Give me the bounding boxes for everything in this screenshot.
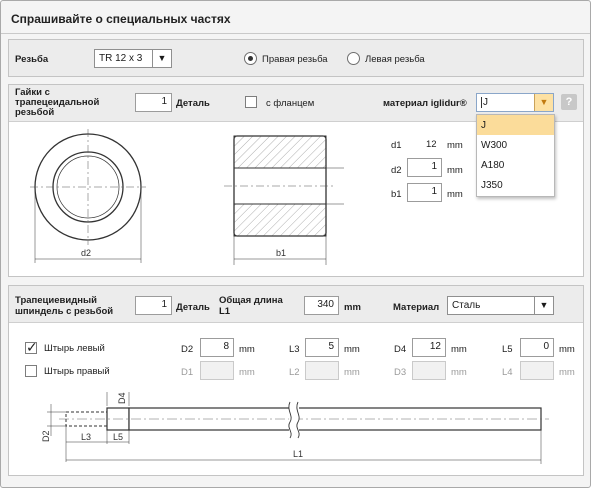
page-title: Спрашивайте о специальных частях bbox=[11, 12, 231, 26]
material-option-w300[interactable]: W300 bbox=[477, 135, 554, 155]
nut-dim-b1-unit: mm bbox=[447, 189, 463, 200]
pin-left-d4-input[interactable]: 12 bbox=[412, 338, 446, 357]
left-thread-label: Левая резьба bbox=[365, 54, 425, 65]
nut-qty-unit: Деталь bbox=[176, 98, 210, 109]
pin-left-d2-input[interactable]: 8 bbox=[200, 338, 234, 357]
pin-right-l2-input bbox=[305, 361, 339, 380]
pin-right-l4-label: L4 bbox=[502, 367, 513, 378]
nut-material-value: J bbox=[481, 97, 488, 108]
nut-qty-input[interactable]: 1 bbox=[135, 93, 172, 112]
pin-left-l3-input[interactable]: 5 bbox=[305, 338, 339, 357]
pin-left-d4-unit: mm bbox=[451, 344, 467, 355]
nut-material-label: материал iglidur® bbox=[383, 98, 467, 109]
pin-left-l5-label: L5 bbox=[502, 344, 513, 355]
pin-right-checkbox[interactable] bbox=[25, 365, 37, 377]
pin-right-label: Штырь правый bbox=[44, 366, 110, 377]
nut-dim-d2-label: d2 bbox=[391, 165, 402, 176]
pin-right-d3-label: D3 bbox=[394, 367, 407, 378]
left-thread-radio[interactable] bbox=[347, 52, 360, 65]
pin-right-l2-unit: mm bbox=[344, 367, 360, 378]
nut-material-select[interactable]: J ▼ bbox=[476, 93, 554, 112]
pin-right-d3-input bbox=[412, 361, 446, 380]
pin-right-l4-unit: mm bbox=[559, 367, 575, 378]
nut-drawing: d2 d1 b1 bbox=[30, 129, 344, 265]
pin-left-l5-unit: mm bbox=[559, 344, 575, 355]
pin-left-l5-input[interactable]: 0 bbox=[520, 338, 554, 357]
spindle-panel: Трапециевидный шпиндель с резьбой 1 Дета… bbox=[8, 285, 584, 476]
pin-right-d1-label: D1 bbox=[181, 367, 194, 378]
dim-b1-label: b1 bbox=[276, 248, 286, 258]
spindle-material-label: Материал bbox=[393, 302, 440, 313]
spindle-length-label: Общая длина L1 bbox=[219, 295, 283, 317]
thread-select-value: TR 12 x 3 bbox=[99, 53, 143, 64]
nut-b1-input[interactable]: 1 bbox=[407, 183, 442, 202]
spindle-length-input[interactable]: 340 bbox=[304, 296, 339, 315]
nut-d2-input[interactable]: 1 bbox=[407, 158, 442, 177]
thread-label: Резьба bbox=[15, 54, 49, 65]
radio-selected-dot bbox=[248, 56, 253, 61]
nut-dim-d1-unit: mm bbox=[447, 140, 463, 151]
pin-left-l3-unit: mm bbox=[344, 344, 360, 355]
title-separator bbox=[1, 33, 590, 34]
pin-left-checkbox[interactable] bbox=[25, 339, 38, 356]
pin-left-label: Штырь левый bbox=[44, 343, 105, 354]
dim-L3-label: L3 bbox=[81, 432, 91, 442]
pin-right-d3-unit: mm bbox=[451, 367, 467, 378]
dim-L1-label: L1 bbox=[293, 449, 303, 459]
chevron-down-icon[interactable]: ▼ bbox=[534, 94, 553, 111]
nut-dim-d2-unit: mm bbox=[447, 165, 463, 176]
pin-right-l4-input bbox=[520, 361, 554, 380]
nut-label: Гайки с трапецеидальной резьбой bbox=[15, 87, 100, 118]
pin-left-l3-label: L3 bbox=[289, 344, 300, 355]
dim-d2-label: d2 bbox=[81, 248, 91, 258]
pin-right-l2-label: L2 bbox=[289, 367, 300, 378]
spindle-drawing: D4 D2 L3 L5 L1 bbox=[41, 392, 549, 464]
pin-right-d1-input bbox=[200, 361, 234, 380]
spindle-material-value: Сталь bbox=[452, 300, 481, 311]
dim-D4-label: D4 bbox=[117, 392, 127, 404]
dim-D2-label: D2 bbox=[41, 430, 51, 442]
thread-panel: Резьба TR 12 x 3 ▼ Правая резьба Левая р… bbox=[8, 39, 584, 77]
pin-left-d2-unit: mm bbox=[239, 344, 255, 355]
material-option-j350[interactable]: J350 bbox=[477, 175, 554, 195]
nut-dim-b1-label: b1 bbox=[391, 189, 402, 200]
spindle-qty-unit: Деталь bbox=[176, 302, 210, 313]
material-option-j[interactable]: J bbox=[477, 115, 554, 135]
pin-right-d1-unit: mm bbox=[239, 367, 255, 378]
flange-checkbox[interactable] bbox=[245, 96, 257, 108]
material-dropdown-list[interactable]: J W300 A180 J350 bbox=[476, 114, 555, 197]
right-thread-label: Правая резьба bbox=[262, 54, 328, 65]
spindle-material-select[interactable]: Сталь ▼ bbox=[447, 296, 554, 315]
chevron-down-icon[interactable]: ▼ bbox=[152, 50, 171, 67]
right-thread-radio[interactable] bbox=[244, 52, 257, 65]
thread-select[interactable]: TR 12 x 3 ▼ bbox=[94, 49, 172, 68]
dim-L5-label: L5 bbox=[113, 432, 123, 442]
help-icon[interactable]: ? bbox=[561, 94, 577, 110]
chevron-down-icon[interactable]: ▼ bbox=[534, 297, 553, 314]
flange-label: с фланцем bbox=[266, 98, 315, 109]
pin-left-d4-label: D4 bbox=[394, 344, 407, 355]
material-option-a180[interactable]: A180 bbox=[477, 155, 554, 175]
nut-panel: Гайки с трапецеидальной резьбой 1 Деталь… bbox=[8, 84, 584, 277]
nut-dim-d1-label: d1 bbox=[391, 140, 402, 151]
spindle-label: Трапециевидный шпиндель с резьбой bbox=[15, 295, 114, 317]
nut-dim-d1-value: 12 bbox=[426, 139, 437, 150]
spindle-qty-input[interactable]: 1 bbox=[135, 296, 172, 315]
spindle-length-unit: mm bbox=[344, 302, 361, 313]
pin-left-d2-label: D2 bbox=[181, 344, 194, 355]
dialog-frame: Спрашивайте о специальных частях Резьба … bbox=[0, 0, 591, 488]
